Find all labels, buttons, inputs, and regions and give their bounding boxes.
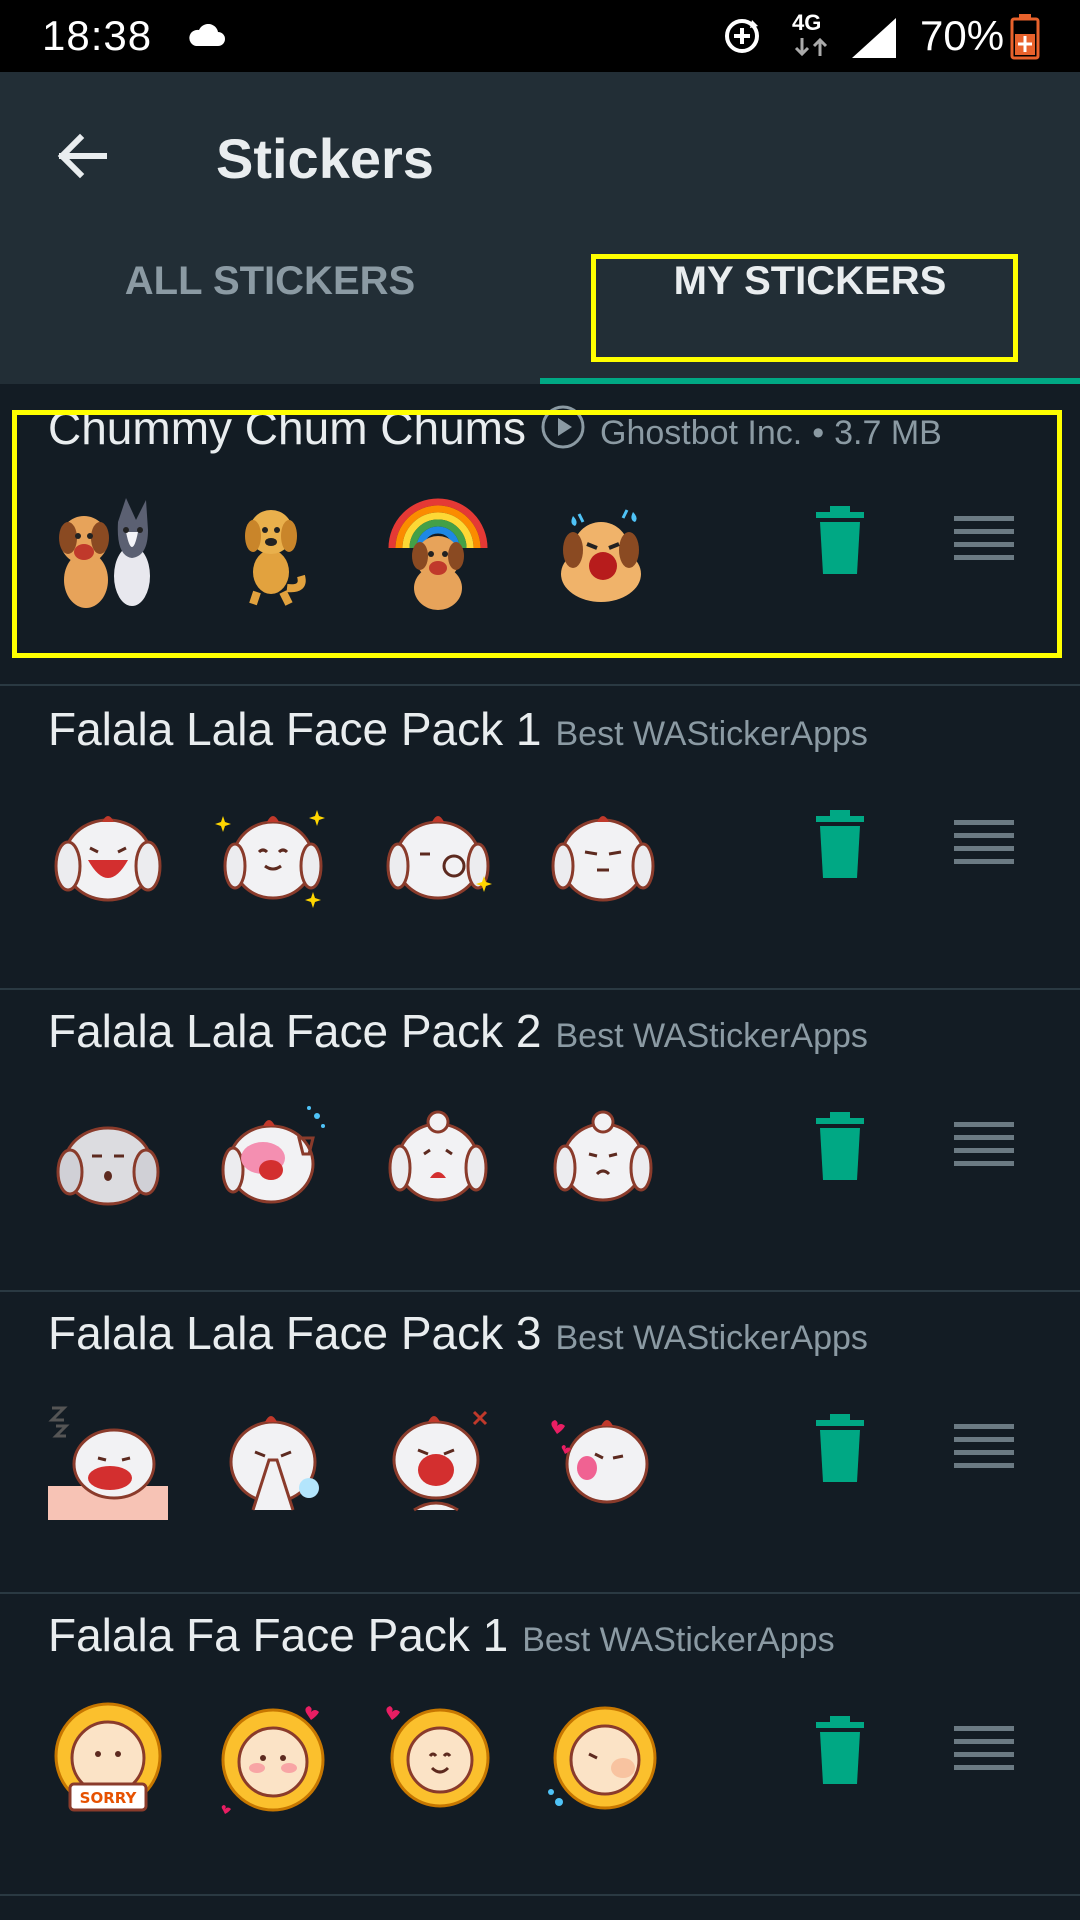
sticker-rainbow-dog <box>388 498 488 610</box>
sticker-pack-item[interactable]: Chummy Chum Chums Ghostbot Inc. • 3.7 MB <box>0 384 1080 686</box>
app-bar: Stickers ALL STICKERS MY STICKERS <box>0 72 1080 384</box>
signal-icon <box>852 18 896 58</box>
sticker-sunflower-blush <box>221 1706 325 1814</box>
pack-name: Chummy Chum Chums <box>48 402 526 454</box>
sticker-pack-item[interactable]: Falala Lala Face Pack 2 Best WAStickerAp… <box>0 990 1080 1292</box>
status-time: 18:38 <box>42 12 153 59</box>
sticker-pack-item[interactable]: Falala Lala Face Pack 3 Best WAStickerAp… <box>0 1292 1080 1594</box>
pack-author: Best WAStickerApps <box>555 715 868 753</box>
sticker-puppy-pout <box>553 1110 653 1202</box>
pack-author: Best WAStickerApps <box>522 1621 835 1659</box>
drag-handle-icon[interactable] <box>954 818 1014 870</box>
arrow-left-icon[interactable] <box>50 124 114 188</box>
sticker-puppy-cry <box>229 1416 319 1511</box>
sticker-puppy-grumpy <box>551 816 655 902</box>
cloud-icon <box>189 24 225 46</box>
sticker-dog-pair <box>59 498 150 608</box>
tab-all-stickers[interactable]: ALL STICKERS <box>0 206 540 356</box>
pack-author: Best WAStickerApps <box>555 1017 868 1055</box>
separator-dot: • <box>812 414 825 452</box>
battery-icon <box>1010 14 1040 60</box>
sticker-sunflower-sorry: SORRY <box>54 1702 162 1812</box>
pack-name: Falala Lala Face Pack 3 <box>48 1307 542 1359</box>
pack-header: Chummy Chum Chums Ghostbot Inc. • 3.7 MB <box>48 398 942 455</box>
tab-my-stickers[interactable]: MY STICKERS <box>540 206 1080 356</box>
sticker-golden-puppy <box>245 510 306 606</box>
delete-icon[interactable] <box>812 1112 868 1182</box>
sticker-sunflower-peek <box>548 1706 657 1810</box>
sticker-puppy-shout <box>392 1410 488 1512</box>
sticker-crying-dog <box>561 509 641 602</box>
pack-name: Falala Lala Face Pack 2 <box>48 1005 542 1057</box>
tab-my-stickers-label: MY STICKERS <box>673 259 947 303</box>
drag-handle-icon[interactable] <box>954 514 1014 566</box>
drag-handle-icon[interactable] <box>954 1120 1014 1172</box>
tab-all-stickers-label: ALL STICKERS <box>124 259 416 303</box>
drag-handle-icon[interactable] <box>954 1422 1014 1474</box>
pack-header: Falala Lala Face Pack 1 Best WAStickerAp… <box>48 702 868 756</box>
pack-header: Falala Fa Face Pack 1 Best WAStickerApps <box>48 1608 835 1662</box>
sticker-pack-item[interactable]: Falala Lala Face Pack 1 Best WAStickerAp… <box>0 688 1080 990</box>
sticker-puppy-drink <box>221 1106 325 1204</box>
data-activity-icon <box>794 37 828 57</box>
pack-size: 3.7 MB <box>834 414 942 452</box>
pack-author: Best WAStickerApps <box>555 1319 868 1357</box>
sticker-pack-item[interactable]: Falala Fa Face Pack 1 Best WAStickerApps… <box>0 1594 1080 1896</box>
sticker-puppy-sleeping <box>48 1406 168 1520</box>
drag-handle-icon[interactable] <box>954 1724 1014 1776</box>
battery-percent: 70% <box>920 12 1005 59</box>
sticker-sunflower-smile <box>386 1706 490 1808</box>
pack-name: Falala Fa Face Pack 1 <box>48 1609 509 1661</box>
sticker-puppy-sparkle <box>215 810 325 908</box>
page-title: Stickers <box>216 127 434 190</box>
pack-author: Ghostbot Inc. <box>600 414 803 452</box>
sticker-puppy-glasses <box>386 816 492 900</box>
network-type: 4G <box>792 10 822 35</box>
play-icon <box>541 405 585 449</box>
delete-icon[interactable] <box>812 1414 868 1484</box>
sticker-puppy-sleepy <box>56 1126 160 1206</box>
pack-header: Falala Lala Face Pack 2 Best WAStickerAp… <box>48 1004 868 1058</box>
delete-icon[interactable] <box>812 506 868 576</box>
sticker-text-sorry: SORRY <box>80 1789 138 1807</box>
sync-icon <box>725 19 759 53</box>
delete-icon[interactable] <box>812 810 868 880</box>
pack-name: Falala Lala Face Pack 1 <box>48 703 542 755</box>
sticker-puppy-sad <box>388 1110 488 1202</box>
pack-header: Falala Lala Face Pack 3 Best WAStickerAp… <box>48 1306 868 1360</box>
status-bar: 18:38 4G 70% <box>0 0 1080 72</box>
delete-icon[interactable] <box>812 1716 868 1786</box>
sticker-puppy-kiss <box>551 1420 649 1504</box>
sticker-puppy-laugh <box>54 816 162 902</box>
